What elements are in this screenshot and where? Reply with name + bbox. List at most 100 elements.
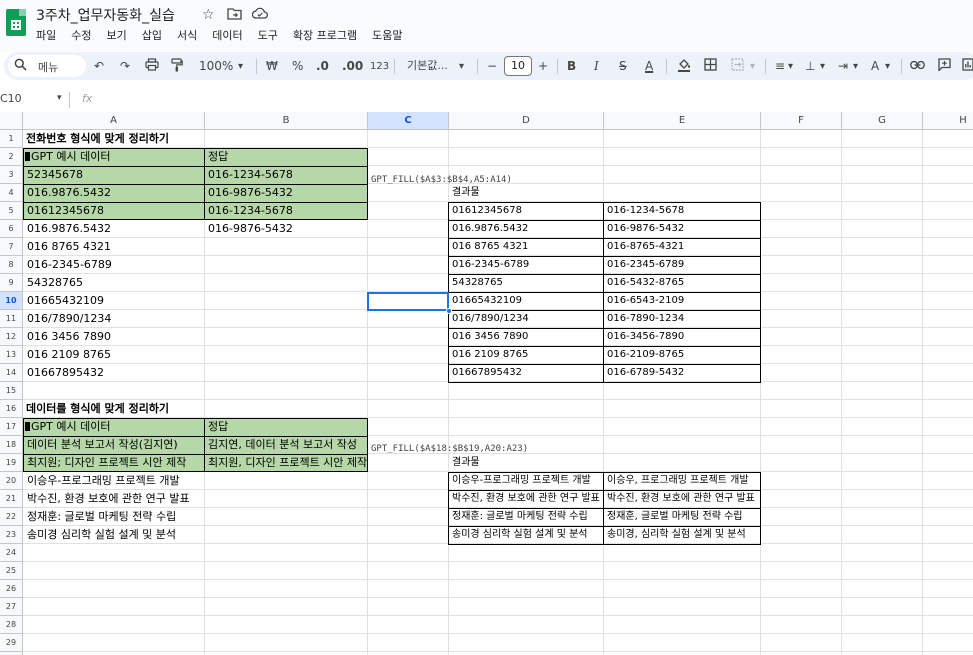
borders-icon[interactable]: [704, 58, 717, 75]
section2-data-input[interactable]: 박수진, 환경 보호에 관한 연구 발표: [24, 490, 204, 508]
section1-result-output[interactable]: 016-9876-5432: [604, 220, 760, 238]
row-header[interactable]: 9: [0, 274, 23, 292]
section1-example-input[interactable]: 52345678: [24, 166, 204, 184]
document-title[interactable]: 3주차_업무자동화_실습: [36, 5, 175, 25]
row-header[interactable]: 13: [0, 346, 23, 364]
section1-result-output[interactable]: 016-5432-8765: [604, 274, 760, 292]
section1-result-output[interactable]: 016-2345-6789: [604, 256, 760, 274]
row-header[interactable]: 14: [0, 364, 23, 382]
section1-data-input[interactable]: 016 3456 7890: [24, 328, 204, 346]
insert-link-icon[interactable]: [910, 58, 925, 74]
section1-result-output[interactable]: 016-6543-2109: [604, 292, 760, 310]
menu-data[interactable]: 데이터: [212, 27, 242, 45]
cloud-status-icon[interactable]: [251, 7, 268, 23]
menu-help[interactable]: 도움말: [372, 27, 402, 45]
section2-example-answer[interactable]: 김지연, 데이터 분석 보고서 작성: [205, 436, 367, 454]
section1-data-input[interactable]: 016 2109 8765: [24, 346, 204, 364]
section1-data-input[interactable]: 016.9876.5432: [24, 220, 204, 238]
section1-header-a[interactable]: GPT 예시 데이터: [24, 148, 204, 166]
font-dropdown-icon[interactable]: ▾: [459, 59, 464, 75]
section2-result-output[interactable]: 박수진, 환경 보호에 관한 연구 발표: [604, 490, 760, 508]
percent-format-button[interactable]: %: [292, 58, 303, 74]
insert-chart-icon[interactable]: [962, 58, 973, 75]
menu-edit[interactable]: 수정: [71, 27, 91, 45]
section1-result-input[interactable]: 54328765: [449, 274, 603, 292]
decrease-decimal-button[interactable]: .0: [316, 58, 329, 74]
row-header[interactable]: 18: [0, 436, 23, 454]
section1-result-input[interactable]: 016.9876.5432: [449, 220, 603, 238]
section1-result-input[interactable]: 016 8765 4321: [449, 238, 603, 256]
section1-data-answer[interactable]: 016-1234-5678: [205, 202, 367, 220]
row-header[interactable]: 22: [0, 508, 23, 526]
section1-data-input[interactable]: 016 8765 4321: [24, 238, 204, 256]
row-header[interactable]: 17: [0, 418, 23, 436]
fill-color-icon[interactable]: [677, 58, 691, 76]
row-header[interactable]: 5: [0, 202, 23, 220]
section2-data-input[interactable]: 이승우-프로그래밍 프로젝트 개발: [24, 472, 204, 490]
undo-icon[interactable]: ↶: [94, 58, 104, 74]
section1-result-input[interactable]: 016-2345-6789: [449, 256, 603, 274]
section2-header-b[interactable]: 정답: [205, 418, 367, 436]
section2-result-input[interactable]: 박수진, 환경 보호에 관한 연구 발표: [449, 490, 603, 508]
section1-data-answer[interactable]: [205, 364, 367, 382]
row-header[interactable]: 1: [0, 130, 23, 148]
section2-result-output[interactable]: 정재훈, 글로벌 마케팅 전략 수립: [604, 508, 760, 526]
insert-comment-icon[interactable]: [938, 58, 951, 75]
column-header-g[interactable]: G: [842, 112, 923, 130]
section2-header-a[interactable]: GPT 예시 데이터: [24, 418, 204, 436]
row-header[interactable]: 27: [0, 598, 23, 616]
row-header[interactable]: 6: [0, 220, 23, 238]
row-header[interactable]: 15: [0, 382, 23, 400]
row-header[interactable]: 20: [0, 472, 23, 490]
section1-result-output[interactable]: 016-7890-1234: [604, 310, 760, 328]
section1-data-answer[interactable]: 016-9876-5432: [205, 220, 367, 238]
font-select[interactable]: 기본값...: [407, 58, 448, 74]
print-icon[interactable]: [145, 58, 159, 75]
strikethrough-button[interactable]: S: [619, 58, 627, 74]
section1-data-answer[interactable]: [205, 274, 367, 292]
paint-format-icon[interactable]: [171, 58, 183, 76]
text-rotation-button[interactable]: A: [871, 58, 879, 74]
row-header[interactable]: 7: [0, 238, 23, 256]
sheets-logo-icon[interactable]: [6, 9, 26, 36]
valign-dropdown-icon[interactable]: ▾: [820, 59, 825, 75]
section2-example-answer[interactable]: 최지원, 디자인 프로젝트 시안 제작: [205, 454, 367, 472]
section1-data-input[interactable]: 54328765: [24, 274, 204, 292]
merge-dropdown-icon[interactable]: ▾: [750, 59, 755, 75]
zoom-select[interactable]: 100%: [199, 58, 233, 74]
section1-data-input[interactable]: 01667895432: [24, 364, 204, 382]
section1-header-b[interactable]: 정답: [205, 148, 367, 166]
row-header[interactable]: 28: [0, 616, 23, 634]
search-menus-button[interactable]: 메뉴: [8, 55, 86, 77]
section2-example-input[interactable]: 최지원; 디자인 프로젝트 시안 제작: [24, 454, 204, 472]
bold-button[interactable]: B: [567, 58, 576, 74]
halign-dropdown-icon[interactable]: ▾: [788, 59, 793, 75]
section1-result-output[interactable]: 016-2109-8765: [604, 346, 760, 364]
menu-format[interactable]: 서식: [177, 27, 197, 45]
section2-result-input[interactable]: 이승우-프로그래밍 프로젝트 개발: [449, 472, 603, 490]
section1-data-input[interactable]: 01612345678: [24, 202, 204, 220]
section1-data-input[interactable]: 016-2345-6789: [24, 256, 204, 274]
merge-cells-icon[interactable]: [731, 58, 744, 75]
section1-data-answer[interactable]: [205, 328, 367, 346]
number-format-button[interactable]: 123: [370, 59, 389, 75]
menu-insert[interactable]: 삽입: [142, 27, 162, 45]
horizontal-align-icon[interactable]: ≡: [775, 58, 785, 74]
section1-result-output[interactable]: 016-3456-7890: [604, 328, 760, 346]
section1-title[interactable]: 전화번호 형식에 맞게 정리하기: [23, 130, 373, 148]
section1-result-input[interactable]: 01612345678: [449, 202, 603, 220]
row-header[interactable]: 24: [0, 544, 23, 562]
font-size-input[interactable]: 10: [504, 56, 532, 76]
column-header-f[interactable]: F: [761, 112, 842, 130]
section1-result-input[interactable]: 01667895432: [449, 364, 603, 382]
section1-data-answer[interactable]: [205, 238, 367, 256]
section2-result-output[interactable]: 이승우, 프로그래밍 프로젝트 개발: [604, 472, 760, 490]
section1-result-output[interactable]: 016-6789-5432: [604, 364, 760, 382]
vertical-align-icon[interactable]: ⊥: [805, 58, 815, 74]
row-header[interactable]: 16: [0, 400, 23, 418]
row-header[interactable]: 12: [0, 328, 23, 346]
menu-tools[interactable]: 도구: [258, 27, 278, 45]
row-header[interactable]: 3: [0, 166, 23, 184]
menu-extensions[interactable]: 확장 프로그램: [293, 27, 357, 45]
section1-result-input[interactable]: 01665432109: [449, 292, 603, 310]
